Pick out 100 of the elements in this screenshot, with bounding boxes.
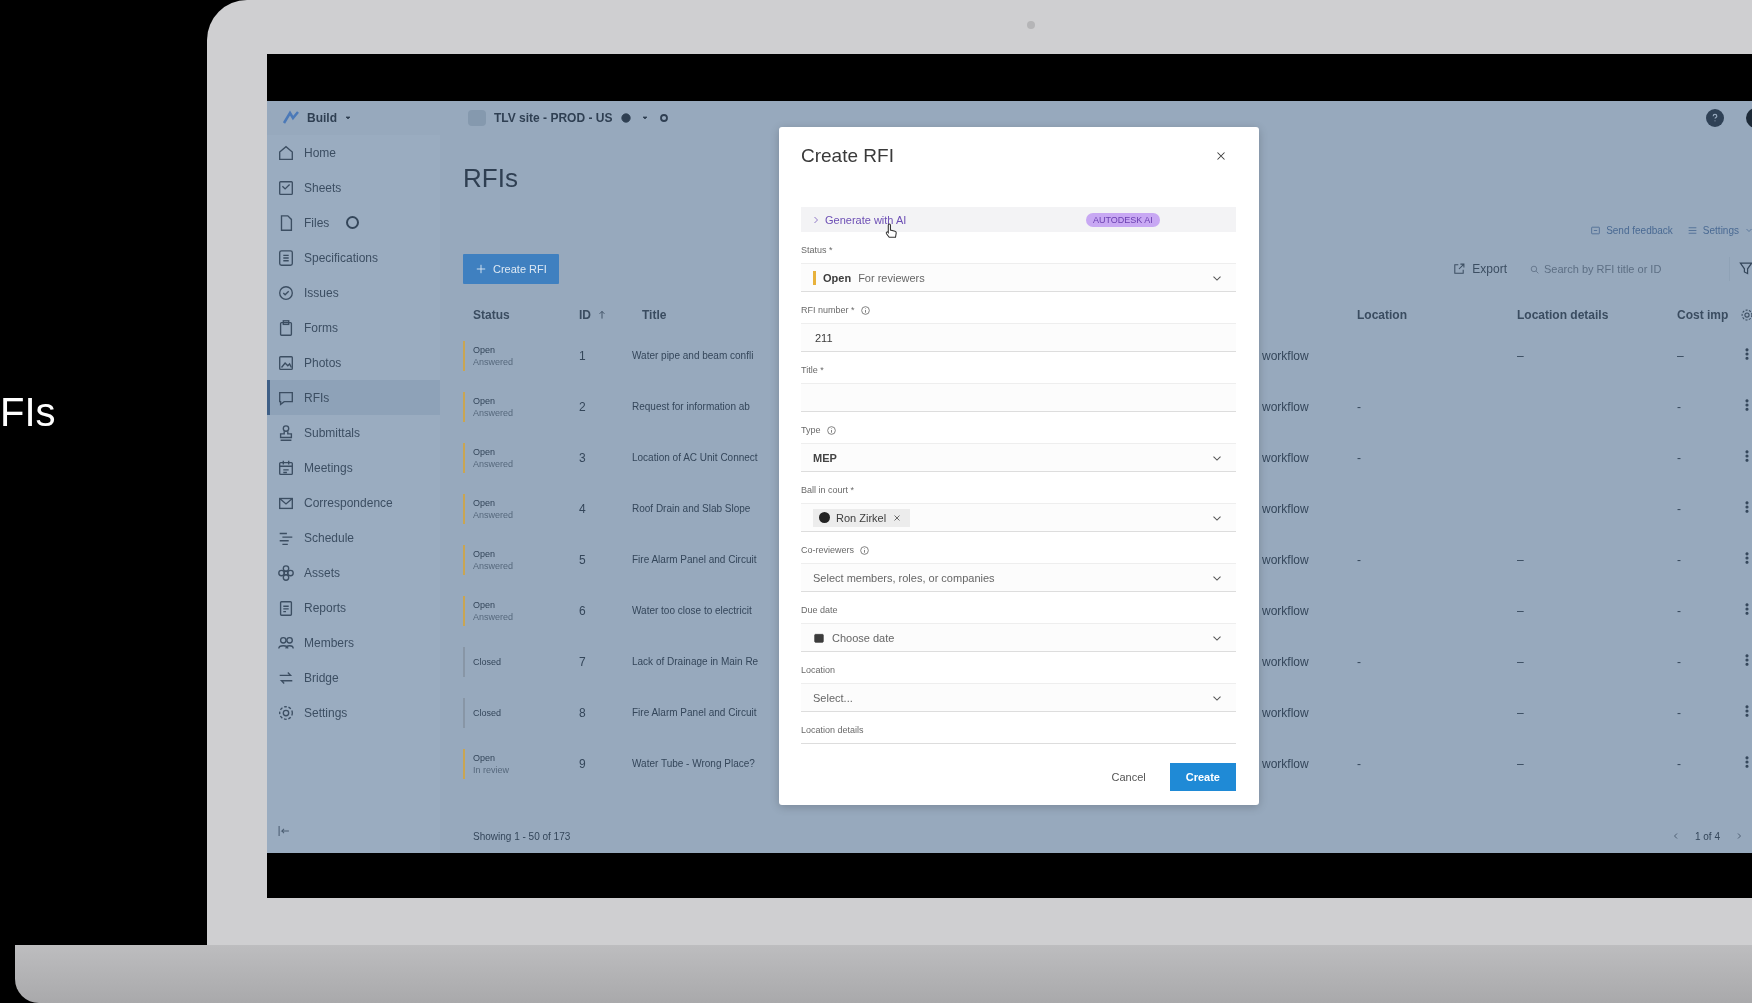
substatus-label: In review xyxy=(473,763,509,776)
table-cell: 5 xyxy=(579,552,586,567)
substatus-label: Answered xyxy=(473,355,514,368)
status-label: Open xyxy=(473,547,497,560)
sidebar-item[interactable]: Home xyxy=(267,135,440,170)
table-cell: workflow xyxy=(1262,399,1309,414)
substatus-label: Answered xyxy=(473,610,514,623)
people-select[interactable]: Ron Zirkel xyxy=(801,503,1236,532)
sidebar-item[interactable]: Bridge xyxy=(267,660,440,695)
substatus-label: Answered xyxy=(473,559,514,572)
sidebar-item[interactable]: Members xyxy=(267,625,440,660)
heading-text: FIs xyxy=(0,389,57,436)
ai-section[interactable]: Generate with AI AUTODESK AI xyxy=(801,207,1236,232)
field-label: Due date xyxy=(801,605,838,615)
table-cell: - xyxy=(1677,603,1681,618)
table-cell: Lack of Drainage in Main Re xyxy=(632,656,759,667)
table-cell: - xyxy=(1677,552,1681,567)
table-cell: – xyxy=(1517,348,1524,363)
field-label: Location details xyxy=(801,725,864,735)
export-button[interactable]: Export xyxy=(1452,262,1507,276)
sidebar-item[interactable]: Photos xyxy=(267,345,440,380)
status-label: Closed xyxy=(473,706,501,719)
sidebar-item[interactable]: RFIs xyxy=(267,380,440,415)
table-cell: workflow xyxy=(1262,501,1309,516)
input-field[interactable]: 211 xyxy=(801,323,1236,352)
sidebar-item[interactable]: Submittals xyxy=(267,415,440,450)
sidebar-item[interactable]: Settings xyxy=(267,695,440,730)
table-cell: Fire Alarm Panel and Circuit xyxy=(632,707,757,718)
table-cell: 9 xyxy=(579,756,586,771)
substatus-label: Answered xyxy=(473,457,514,470)
substatus-label: Answered xyxy=(473,508,514,521)
project-name[interactable]: TLV site - PROD - US xyxy=(494,111,613,125)
sidebar-item[interactable]: Assets xyxy=(267,555,440,590)
table-cell: Water too close to electricit xyxy=(632,605,752,616)
send-feedback-link[interactable]: Send feedback xyxy=(1590,224,1673,236)
sidebar-item[interactable]: Meetings xyxy=(267,450,440,485)
table-cell: - xyxy=(1677,450,1681,465)
table-cell: – xyxy=(1677,348,1684,363)
table-cell: 3 xyxy=(579,450,586,465)
table-cell: workflow xyxy=(1262,348,1309,363)
table-cell: workflow xyxy=(1262,450,1309,465)
select-field[interactable]: Select... xyxy=(801,683,1236,712)
person-chip[interactable]: Ron Zirkel xyxy=(813,508,911,527)
table-cell: workflow xyxy=(1262,552,1309,567)
table-cell: 2 xyxy=(579,399,586,414)
field-label: Ball in court * xyxy=(801,485,855,495)
status-label: Open xyxy=(473,496,497,509)
date-field[interactable]: Choose date xyxy=(801,623,1236,652)
create-rfi-button[interactable]: Create RFI xyxy=(463,254,559,284)
table-cell: 4 xyxy=(579,501,586,516)
column-header[interactable]: Title xyxy=(642,308,667,322)
sidebar-item[interactable]: Forms xyxy=(267,310,440,345)
table-cell: - xyxy=(1677,501,1681,516)
table-cell: – xyxy=(1517,552,1524,567)
ai-badge: AUTODESK AI xyxy=(1086,212,1160,227)
table-cell: - xyxy=(1677,705,1681,720)
status-select[interactable]: Open For reviewers xyxy=(801,263,1236,292)
sidebar-item[interactable]: Files xyxy=(267,205,440,240)
create-button[interactable]: Create xyxy=(1169,763,1236,791)
column-header[interactable]: Location xyxy=(1357,308,1407,322)
select-field[interactable]: MEP xyxy=(801,443,1236,472)
column-header[interactable]: Status xyxy=(473,308,510,322)
field-label: Status * xyxy=(801,245,833,255)
sidebar-item[interactable]: Correspondence xyxy=(267,485,440,520)
table-cell: 8 xyxy=(579,705,586,720)
table-cell: Fire Alarm Panel and Circuit xyxy=(632,554,757,565)
status-label: Open xyxy=(473,343,497,356)
table-cell: - xyxy=(1357,450,1361,465)
table-cell: – xyxy=(1517,603,1524,618)
table-cell: – xyxy=(1517,705,1524,720)
sidebar-item[interactable]: Sheets xyxy=(267,170,440,205)
page-title: RFIs xyxy=(463,163,519,193)
status-label: Open xyxy=(473,445,497,458)
table-cell: - xyxy=(1677,756,1681,771)
table-cell: 1 xyxy=(579,348,586,363)
sidebar-item[interactable]: Specifications xyxy=(267,240,440,275)
field-label: Location xyxy=(801,665,836,675)
status-label: Open xyxy=(473,751,497,764)
column-header[interactable]: Cost imp xyxy=(1677,308,1729,322)
table-cell: - xyxy=(1357,552,1361,567)
table-cell: workflow xyxy=(1262,705,1309,720)
cancel-button[interactable]: Cancel xyxy=(1105,767,1152,787)
table-cell: Roof Drain and Slab Slope xyxy=(632,503,751,514)
sidebar-item[interactable]: Issues xyxy=(267,275,440,310)
sidebar-item[interactable]: Schedule xyxy=(267,520,440,555)
page-indicator: 1 of 4 xyxy=(1694,830,1720,842)
column-header[interactable]: ID xyxy=(579,308,608,322)
table-cell: workflow xyxy=(1262,654,1309,669)
settings-menu[interactable]: Settings xyxy=(1686,224,1752,236)
column-header[interactable]: Location details xyxy=(1517,308,1609,322)
table-cell: Location of AC Unit Connect xyxy=(632,452,758,463)
status-label: Open xyxy=(473,598,497,611)
sidebar-item[interactable]: Reports xyxy=(267,590,440,625)
select-field[interactable]: Select members, roles, or companies xyxy=(801,563,1236,592)
field-label: RFI number * xyxy=(801,304,871,316)
dialog-title: Create RFI xyxy=(801,145,894,167)
table-cell: 6 xyxy=(579,603,586,618)
status-label: Closed xyxy=(473,655,501,668)
product-menu[interactable]: Build xyxy=(307,111,337,125)
substatus-label: Answered xyxy=(473,406,514,419)
